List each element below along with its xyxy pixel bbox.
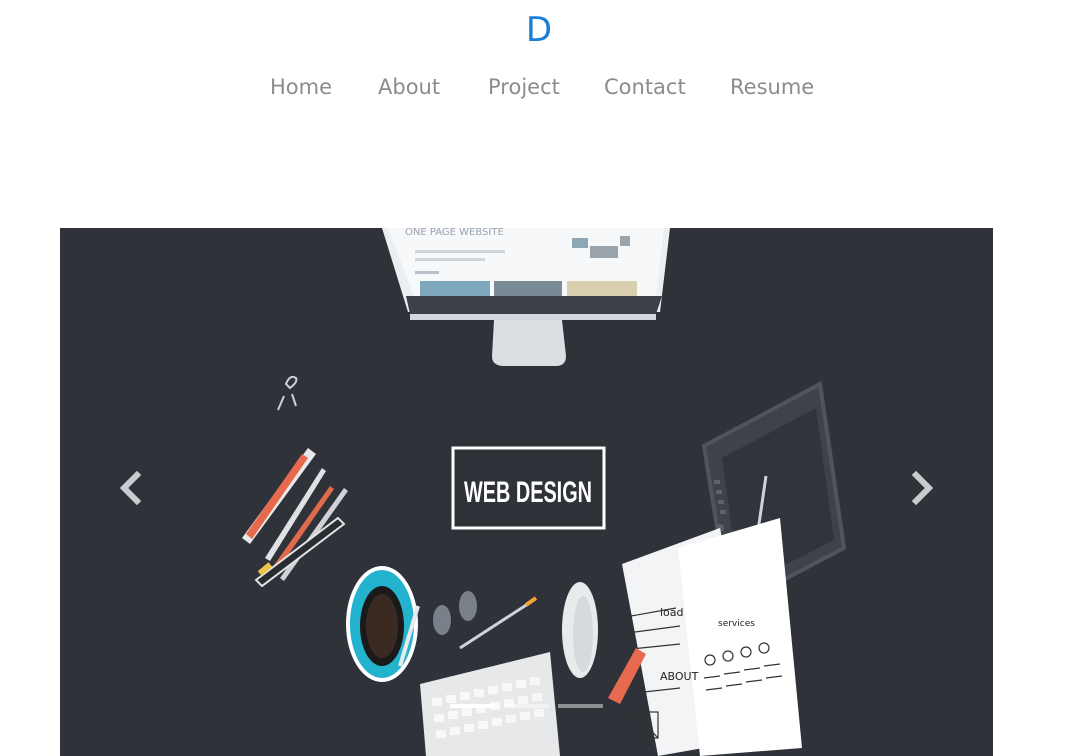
web-design-illustration: ONE PAGE WEBSITE WEB DESIGN load service… — [242, 228, 847, 756]
carousel-indicator-3[interactable] — [558, 704, 603, 708]
carousel-next-button[interactable] — [893, 466, 953, 510]
monitor-illustration: ONE PAGE WEBSITE — [382, 228, 670, 366]
mouse-illustration — [562, 582, 598, 678]
hero-carousel: ONE PAGE WEBSITE WEB DESIGN load service… — [60, 228, 993, 756]
pushpin-illustration — [277, 375, 298, 411]
sketch-papers-illustration: load services ABOUT — [619, 518, 802, 756]
nav-link-project[interactable]: Project — [488, 70, 560, 104]
nav-link-about[interactable]: About — [378, 70, 440, 104]
sketch-text-about: ABOUT — [660, 670, 699, 683]
brand-logo[interactable]: D — [0, 8, 1078, 52]
main-nav: Home About Project Contact Resume — [0, 70, 1092, 104]
carousel-indicators — [450, 704, 603, 710]
glasses-illustration — [433, 591, 538, 650]
nav-link-home[interactable]: Home — [270, 70, 332, 104]
site-header: D Home About Project Contact Resume — [0, 0, 1092, 120]
carousel-indicator-2[interactable] — [504, 704, 549, 708]
chevron-right-icon — [911, 471, 934, 505]
sketch-text-services: services — [718, 619, 755, 629]
carousel-indicator-1[interactable] — [450, 704, 495, 708]
monitor-heading: ONE PAGE WEBSITE — [405, 228, 504, 238]
pens-illustration — [242, 448, 348, 588]
coffee-cup-illustration — [346, 566, 420, 682]
chevron-left-icon — [119, 471, 142, 505]
nav-link-resume[interactable]: Resume — [730, 70, 814, 104]
sketch-text-load: load — [660, 606, 684, 619]
carousel-prev-button[interactable] — [100, 466, 160, 510]
marker-illustration — [608, 648, 646, 704]
nav-link-contact[interactable]: Contact — [604, 70, 686, 104]
headline-box: WEB DESIGN — [451, 446, 606, 530]
headline-text: WEB DESIGN — [464, 476, 592, 509]
